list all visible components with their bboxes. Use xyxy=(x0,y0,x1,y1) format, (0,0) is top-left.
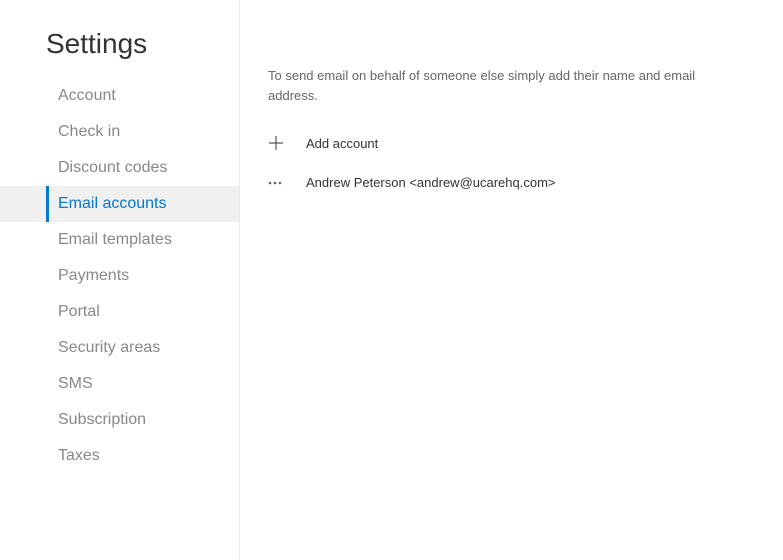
sidebar-item-discount-codes[interactable]: Discount codes xyxy=(0,150,239,186)
plus-icon xyxy=(268,135,296,151)
sidebar-item-email-templates[interactable]: Email templates xyxy=(0,222,239,258)
add-account-label: Add account xyxy=(296,136,378,151)
sidebar-item-taxes[interactable]: Taxes xyxy=(0,438,239,474)
settings-sidebar: Settings AccountCheck inDiscount codesEm… xyxy=(0,0,240,560)
settings-container: Settings AccountCheck inDiscount codesEm… xyxy=(0,0,783,560)
main-pane: To send email on behalf of someone else … xyxy=(240,0,783,560)
sidebar-item-check-in[interactable]: Check in xyxy=(0,114,239,150)
account-display: Andrew Peterson <andrew@ucarehq.com> xyxy=(296,175,556,190)
page-title: Settings xyxy=(0,28,239,60)
sidebar-item-sms[interactable]: SMS xyxy=(0,366,239,402)
settings-nav-list: AccountCheck inDiscount codesEmail accou… xyxy=(0,78,239,474)
sidebar-item-email-accounts[interactable]: Email accounts xyxy=(0,186,239,222)
account-list: Andrew Peterson <andrew@ucarehq.com> xyxy=(268,169,755,196)
add-account-button[interactable]: Add account xyxy=(268,129,755,157)
sidebar-item-security-areas[interactable]: Security areas xyxy=(0,330,239,366)
sidebar-item-payments[interactable]: Payments xyxy=(0,258,239,294)
account-row[interactable]: Andrew Peterson <andrew@ucarehq.com> xyxy=(268,169,755,196)
more-icon xyxy=(268,181,296,185)
pane-description: To send email on behalf of someone else … xyxy=(268,66,728,105)
sidebar-item-account[interactable]: Account xyxy=(0,78,239,114)
sidebar-item-subscription[interactable]: Subscription xyxy=(0,402,239,438)
sidebar-item-portal[interactable]: Portal xyxy=(0,294,239,330)
